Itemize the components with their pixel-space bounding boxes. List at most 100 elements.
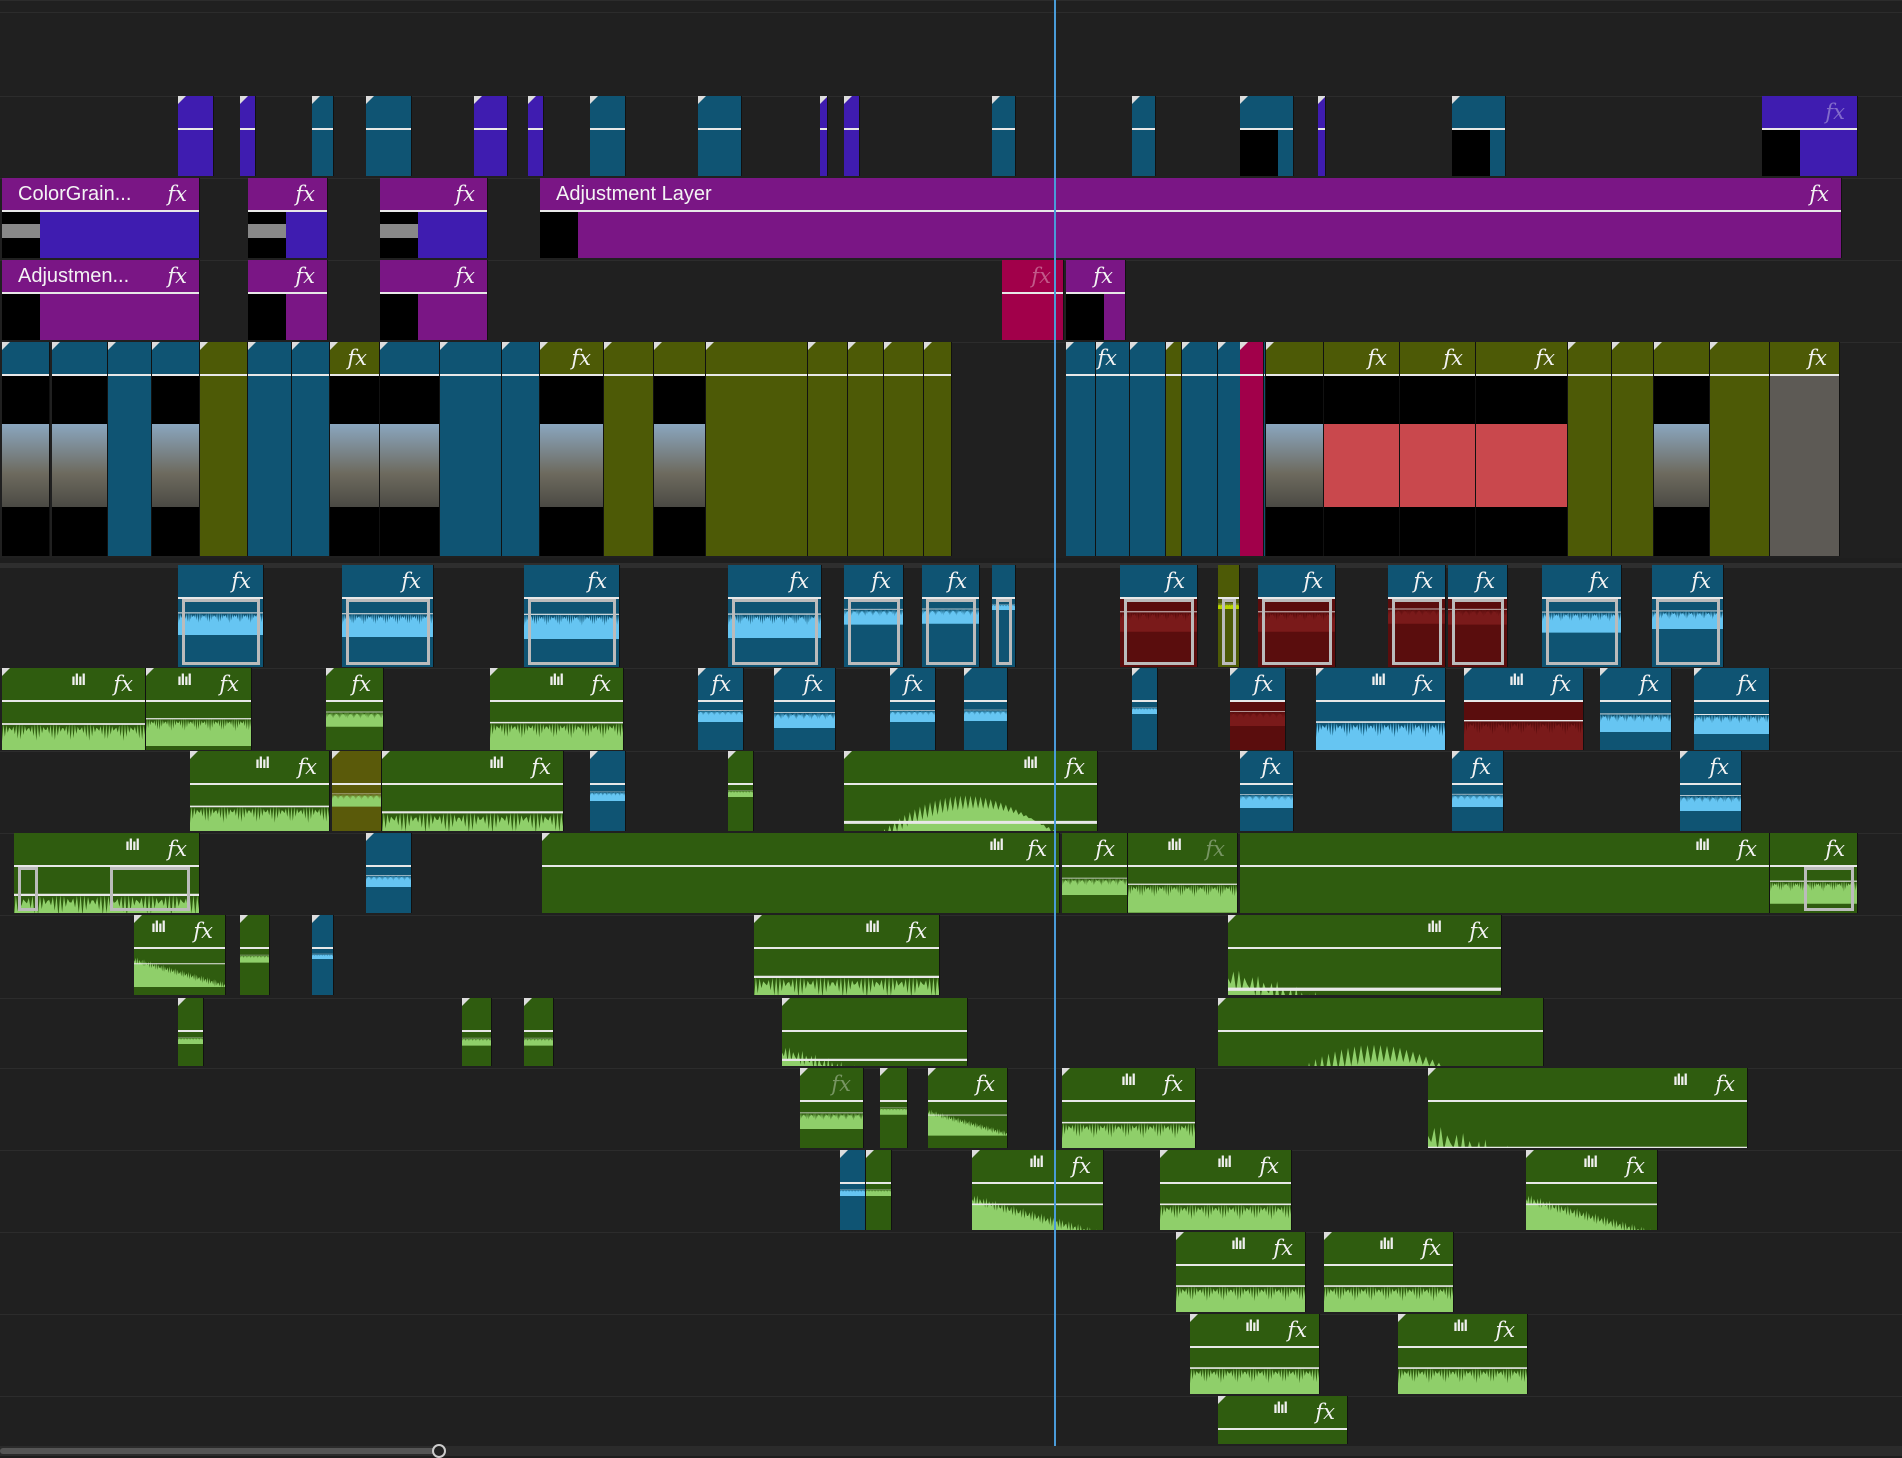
track-clip[interactable]: [1132, 96, 1156, 176]
fx-badge-icon[interactable]: fx: [711, 672, 731, 696]
fx-badge-icon[interactable]: fx: [167, 182, 187, 206]
adjustment-clip[interactable]: Adjustmen... fx: [2, 260, 200, 340]
fx-badge-icon[interactable]: fx: [907, 919, 927, 943]
video-clip[interactable]: [152, 342, 200, 556]
audio-clip[interactable]: fx ılıl: [1218, 1396, 1348, 1444]
fx-badge-icon[interactable]: fx: [167, 264, 187, 288]
audio-clip[interactable]: fx: [1680, 751, 1742, 831]
fx-badge-icon[interactable]: fx: [531, 755, 551, 779]
fx-badge-icon[interactable]: fx: [1709, 755, 1729, 779]
adjustment-clip[interactable]: fx: [380, 178, 488, 258]
fx-badge-icon[interactable]: fx: [1259, 1154, 1279, 1178]
video-clip[interactable]: fx: [1476, 342, 1568, 556]
audio-clip[interactable]: fx ılıl: [1160, 1150, 1292, 1230]
audio-clip[interactable]: fx: [1388, 565, 1446, 667]
audio-clip[interactable]: [312, 915, 334, 995]
fx-badge-icon[interactable]: fx: [1367, 346, 1387, 370]
audio-clip[interactable]: fx ılıl: [1526, 1150, 1658, 1230]
track-clip[interactable]: [312, 96, 334, 176]
audio-clip[interactable]: fx: [928, 1068, 1008, 1148]
fx-badge-icon[interactable]: fx: [591, 672, 611, 696]
audio-clip[interactable]: [1132, 668, 1158, 750]
fx-badge-icon[interactable]: fx: [1825, 837, 1845, 861]
fx-badge-icon[interactable]: fx: [351, 672, 371, 696]
clip[interactable]: [1452, 96, 1506, 176]
video-clip[interactable]: [1710, 342, 1770, 556]
audio-clip[interactable]: fx ılıl: [1324, 1232, 1454, 1312]
audio-track[interactable]: [0, 1232, 1902, 1314]
fx-badge-icon[interactable]: fx: [1071, 1154, 1091, 1178]
clip[interactable]: fx ılıl: [1128, 833, 1238, 913]
video-clip[interactable]: [1654, 342, 1710, 556]
audio-clip[interactable]: fx: [922, 565, 980, 667]
fx-badge-icon[interactable]: fx: [1551, 672, 1571, 696]
audio-clip[interactable]: fx ılıl: [542, 833, 1060, 913]
adjustment-clip[interactable]: fx: [380, 260, 488, 340]
video-track[interactable]: [0, 12, 1902, 96]
video-clip[interactable]: fx: [1324, 342, 1400, 556]
track-clip[interactable]: [992, 96, 1016, 176]
audio-clip[interactable]: fx: [1120, 565, 1198, 667]
keyframe-box[interactable]: [1124, 599, 1194, 665]
video-clip[interactable]: fx: [330, 342, 380, 556]
video-track[interactable]: [0, 96, 1902, 178]
keyframe-box[interactable]: [1222, 599, 1236, 665]
track-clip[interactable]: [698, 96, 742, 176]
fx-badge-icon[interactable]: fx: [1065, 755, 1085, 779]
timeline-panel[interactable]: fx ColorGrain... fx fx fx Adjustment Layer fx A…: [0, 0, 1902, 1458]
fx-badge-icon[interactable]: fx: [1475, 569, 1495, 593]
video-clip[interactable]: [848, 342, 884, 556]
keyframe-box[interactable]: [346, 599, 430, 665]
fx-badge-icon[interactable]: fx: [571, 346, 591, 370]
audio-clip[interactable]: fx ılıl: [14, 833, 200, 913]
audio-clip[interactable]: fx ılıl: [1176, 1232, 1306, 1312]
track-clip[interactable]: [474, 96, 508, 176]
fx-badge-icon[interactable]: fx: [1261, 755, 1281, 779]
fx-badge-icon[interactable]: fx: [455, 264, 475, 288]
adjustment-layer-clip[interactable]: Adjustment Layer fx: [540, 178, 1842, 258]
audio-clip[interactable]: fx ılıl: [844, 751, 1098, 831]
fx-badge-icon[interactable]: fx: [1589, 569, 1609, 593]
audio-clip[interactable]: [728, 751, 754, 831]
adjustment-clip[interactable]: fx: [248, 260, 328, 340]
audio-clip[interactable]: fx ılıl: [146, 668, 252, 750]
video-clip[interactable]: [654, 342, 706, 556]
fx-badge-icon[interactable]: fx: [1625, 1154, 1645, 1178]
audio-clip[interactable]: [866, 1150, 892, 1230]
fx-badge-icon[interactable]: fx: [193, 919, 213, 943]
fx-badge-icon[interactable]: fx: [903, 672, 923, 696]
audio-clip[interactable]: fx ılıl: [1062, 1068, 1196, 1148]
audio-clip[interactable]: fx: [178, 565, 264, 667]
keyframe-box[interactable]: [848, 599, 900, 665]
video-clip[interactable]: [2, 342, 50, 556]
fx-badge-icon[interactable]: fx: [297, 755, 317, 779]
audio-clip[interactable]: fx: [342, 565, 434, 667]
audio-clip[interactable]: fx: [524, 565, 620, 667]
video-clip[interactable]: [502, 342, 540, 556]
clip[interactable]: fx: [1062, 833, 1128, 913]
fx-badge-icon[interactable]: fx: [1639, 672, 1659, 696]
fx-badge-icon[interactable]: fx: [1469, 919, 1489, 943]
fx-badge-icon[interactable]: fx: [1535, 346, 1555, 370]
fx-badge-icon[interactable]: fx: [1691, 569, 1711, 593]
video-clip[interactable]: [380, 342, 440, 556]
keyframe-box[interactable]: [996, 599, 1012, 665]
fx-badge-icon[interactable]: fx: [167, 837, 187, 861]
horizontal-scrollbar[interactable]: [0, 1444, 1902, 1458]
video-clip[interactable]: [1166, 342, 1182, 556]
track-clip[interactable]: [178, 96, 214, 176]
audio-clip[interactable]: fx: [326, 668, 384, 750]
fx-badge-icon[interactable]: fx: [1737, 672, 1757, 696]
fx-badge-icon[interactable]: fx: [1715, 1072, 1735, 1096]
video-track[interactable]: [0, 0, 1902, 12]
audio-clip[interactable]: fx ılıl: [754, 915, 940, 995]
audio-clip[interactable]: fx: [1452, 751, 1504, 831]
video-clip[interactable]: [706, 342, 808, 556]
video-clip[interactable]: [108, 342, 152, 556]
fx-badge-icon[interactable]: fx: [1027, 837, 1047, 861]
audio-clip[interactable]: fx ılıl: [1228, 915, 1502, 995]
fx-badge-icon[interactable]: fx: [1809, 182, 1829, 206]
fx-badge-icon[interactable]: fx: [295, 182, 315, 206]
fx-badge-icon[interactable]: fx: [1097, 346, 1117, 370]
fx-badge-icon[interactable]: fx: [455, 182, 475, 206]
